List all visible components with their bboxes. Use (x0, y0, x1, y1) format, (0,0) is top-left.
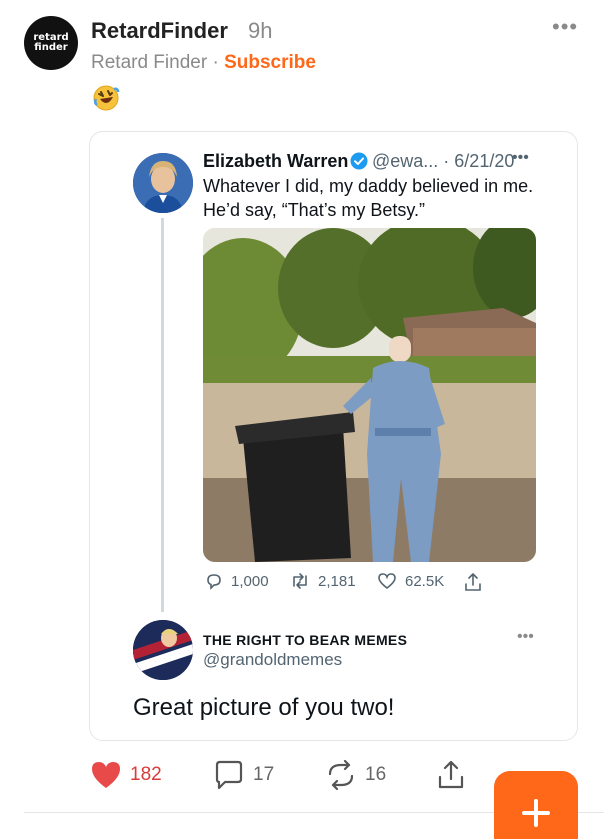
tweet-handle-date[interactable]: @ewa... · 6/21/20 (372, 151, 514, 172)
comment-button[interactable]: 17 (213, 760, 274, 790)
retweet-icon (293, 573, 307, 589)
tweet-like-stat[interactable]: 62.5K (377, 572, 444, 590)
like-button[interactable]: 182 (90, 760, 162, 790)
share-button[interactable] (436, 760, 474, 790)
share-upload-icon (465, 573, 481, 591)
portrait-image (133, 153, 193, 213)
comment-icon (215, 760, 243, 790)
restack-icon (328, 760, 354, 790)
verified-badge-icon (350, 152, 368, 170)
heart-outline-icon (378, 573, 396, 590)
tweet-text-line2: He’d say, “That’s my Betsy.” (203, 200, 426, 220)
tweet-author-avatar[interactable] (133, 153, 193, 213)
like-count: 182 (130, 764, 162, 785)
publication-logo[interactable]: retard finder (24, 16, 78, 70)
reply-author-avatar[interactable]: YUGE (133, 620, 193, 680)
thread-line (161, 218, 164, 612)
tweet-text-line1: Whatever I did, my daddy believed in me. (203, 176, 534, 196)
logo-text-line2: finder (34, 42, 68, 53)
tweet-photo[interactable] (203, 228, 536, 562)
publication-name[interactable]: Retard Finder (91, 52, 207, 73)
tweet-retweet-count: 2,181 (318, 572, 356, 590)
reply-author-handle[interactable]: @grandoldmemes (203, 650, 342, 670)
tweet-author-name[interactable]: Elizabeth Warren (203, 151, 348, 172)
tweet-reply-count: 1,000 (231, 572, 269, 590)
restack-count: 16 (365, 764, 387, 785)
reply-author-name[interactable]: THE RIGHT TO BEAR MEMES (203, 632, 407, 648)
reply-text: Great picture of you two! (133, 694, 395, 721)
restack-button[interactable]: 16 (325, 760, 386, 790)
tweet-text: Whatever I did, my daddy believed in me.… (203, 174, 543, 222)
heart-filled-icon (92, 762, 120, 788)
reply-bubble-icon (207, 574, 221, 590)
photo-man-with-trash-can (203, 228, 536, 562)
compose-fab-button[interactable] (494, 771, 578, 839)
tweet-more-icon[interactable]: ••• (512, 149, 529, 167)
comment-count: 17 (253, 764, 275, 785)
reply-more-icon[interactable]: ••• (517, 628, 534, 646)
more-options-icon[interactable]: ••• (552, 14, 578, 40)
tweet-like-count: 62.5K (405, 572, 445, 590)
tweet-share-button[interactable] (463, 572, 491, 592)
laughing-emoji-icon (93, 85, 120, 111)
tweet-reply-stat[interactable]: 1,000 (205, 572, 269, 590)
separator: · (212, 52, 219, 73)
post-subtitle: Retard Finder · Subscribe (91, 52, 316, 74)
yuge-meme-avatar: YUGE (133, 620, 193, 680)
share-icon (438, 760, 464, 789)
post-time: 9h (248, 18, 273, 43)
tweet-retweet-stat[interactable]: 2,181 (290, 572, 356, 590)
post-author[interactable]: RetardFinder (91, 18, 228, 44)
plus-icon (522, 799, 550, 827)
subscribe-link[interactable]: Subscribe (224, 52, 316, 73)
